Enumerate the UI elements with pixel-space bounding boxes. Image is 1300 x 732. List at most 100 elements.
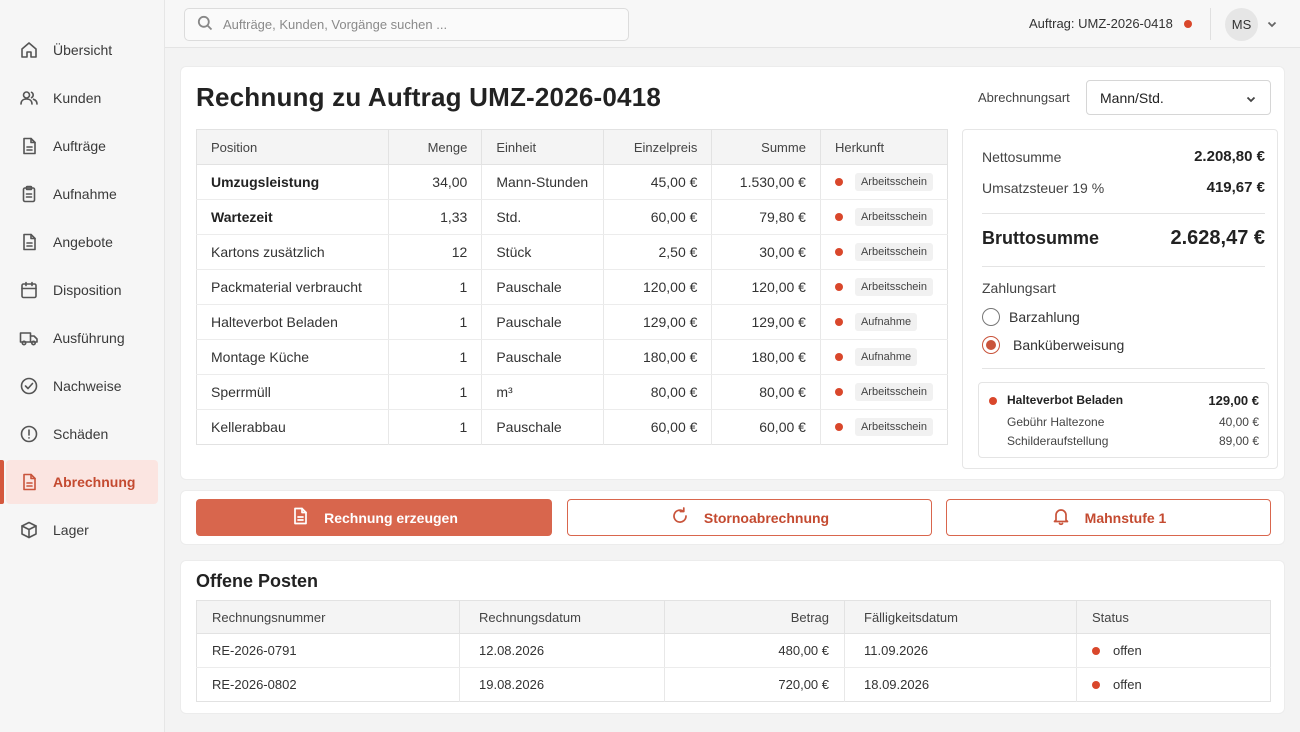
chevron-down-icon[interactable] <box>1266 17 1278 29</box>
unit-price-cell: 129,00 € <box>603 304 713 340</box>
radio-button-selected[interactable] <box>982 336 1000 354</box>
origin-badge: Arbeitsschein <box>834 173 933 191</box>
unit-price-cell: 60,00 € <box>603 199 713 235</box>
sidebar-item-angebote[interactable]: Angebote <box>6 220 158 264</box>
column-header[interactable]: Einheit <box>481 129 604 165</box>
cancel-invoice-button[interactable]: Stornoabrechnung <box>567 499 932 536</box>
gross-row: Bruttosumme 2.628,47 € <box>982 227 1265 250</box>
quantity-cell: 1,33 <box>388 199 483 235</box>
unit-cell: Std. <box>481 199 604 235</box>
table-row[interactable]: Wartezeit 1,33 Std. 60,00 €79,80 € Arbeitssc… <box>196 199 948 235</box>
origin-label: Arbeitsschein <box>854 243 933 261</box>
status-cell: offen <box>1076 633 1271 668</box>
position-cell: Sperrmüll <box>196 374 389 410</box>
table-row[interactable]: Kellerabbau 1 Pauschale 60,00 €60,00 € Arbei… <box>196 409 948 445</box>
column-header[interactable]: Status <box>1076 600 1271 634</box>
table-header-row: Position Menge Einheit Einzelpreis Summe… <box>196 129 948 165</box>
sidebar-item-aufnahme[interactable]: Aufnahme <box>6 172 158 216</box>
detail-line-value: 89,00 € <box>1218 434 1259 448</box>
status-label: offen <box>1113 643 1142 658</box>
amount-cell: 480,00 € <box>664 633 845 668</box>
positions-table: Position Menge Einheit Einzelpreis Summe… <box>196 129 948 445</box>
sum-cell: 79,80 € <box>711 199 821 235</box>
table-row[interactable]: RE-2026-0791 12.08.2026 480,00 €11.09.2026… <box>196 633 1271 668</box>
sidebar-item-lager[interactable]: Lager <box>6 508 158 552</box>
users-icon <box>19 88 39 108</box>
avatar[interactable]: MS <box>1225 8 1258 41</box>
quantity-cell: 1 <box>388 374 483 410</box>
summary-panel: Nettosumme 2.208,80 € Umsatzsteuer 19 % … <box>962 129 1278 469</box>
column-header[interactable]: Rechnungsnummer <box>196 600 460 634</box>
quantity-cell: 1 <box>388 339 483 375</box>
box-icon <box>19 520 39 540</box>
table-row[interactable]: Kartons zusätzlich 12 Stück 2,50 €30,00 € Ar… <box>196 234 948 270</box>
sidebar-item-auftraege[interactable]: Aufträge <box>6 124 158 168</box>
invoice-date-cell: 19.08.2026 <box>459 667 665 702</box>
sidebar-item-label: Aufträge <box>53 138 106 154</box>
table-row[interactable]: Montage Küche 1 Pauschale 180,00 €180,00 € A… <box>196 339 948 375</box>
home-icon <box>19 40 39 60</box>
create-invoice-button[interactable]: Rechnung erzeugen <box>196 499 552 536</box>
quantity-cell: 12 <box>388 234 483 270</box>
column-header[interactable]: Einzelpreis <box>603 129 713 165</box>
detail-total: 129,00 € <box>1208 393 1259 408</box>
search-box[interactable] <box>184 8 629 41</box>
unit-price-cell: 80,00 € <box>603 374 713 410</box>
unit-price-cell: 60,00 € <box>603 409 713 445</box>
column-header[interactable]: Summe <box>711 129 821 165</box>
sidebar-item-kunden[interactable]: Kunden <box>6 76 158 120</box>
net-label: Nettosumme <box>982 148 1062 165</box>
payment-option-cash[interactable]: Barzahlung <box>982 308 1080 326</box>
column-header[interactable]: Herkunft <box>820 129 948 165</box>
detail-line-label: Gebühr Haltezone <box>1007 415 1105 429</box>
sum-cell: 60,00 € <box>711 409 821 445</box>
sidebar-item-disposition[interactable]: Disposition <box>6 268 158 312</box>
column-header[interactable]: Rechnungsdatum <box>459 600 665 634</box>
quantity-cell: 1 <box>388 409 483 445</box>
gross-label: Bruttosumme <box>982 228 1100 248</box>
column-header[interactable]: Fälligkeitsdatum <box>844 600 1077 634</box>
origin-cell: Aufnahme <box>820 339 948 375</box>
sum-cell: 180,00 € <box>711 339 821 375</box>
sidebar-item-label: Abrechnung <box>53 474 136 490</box>
origin-badge: Arbeitsschein <box>834 208 933 226</box>
sidebar-item-nachweise[interactable]: Nachweise <box>6 364 158 408</box>
status-badge: offen <box>1092 643 1255 658</box>
quantity-cell: 1 <box>388 304 483 340</box>
page-title: Rechnung zu Auftrag UMZ-2026-0418 <box>196 82 662 112</box>
sidebar-item-abrechnung[interactable]: Abrechnung <box>0 460 158 504</box>
table-row[interactable]: Sperrmüll 1 m³ 80,00 €80,00 € Arbeitsschein <box>196 374 948 410</box>
table-row[interactable]: Halteverbot Beladen 1 Pauschale 129,00 €129… <box>196 304 948 340</box>
position-cell: Halteverbot Beladen <box>196 304 389 340</box>
search-icon <box>197 15 223 34</box>
payment-option-transfer[interactable]: Banküberweisung <box>982 336 1124 354</box>
radio-button[interactable] <box>982 308 1000 326</box>
dunning-button[interactable]: Mahnstufe 1 <box>946 499 1271 536</box>
column-header[interactable]: Betrag <box>664 600 845 634</box>
column-header[interactable]: Menge <box>388 129 483 165</box>
position-cell: Kellerabbau <box>196 409 389 445</box>
invoice-date-cell: 12.08.2026 <box>459 633 665 668</box>
origin-cell: Aufnahme <box>820 304 948 340</box>
status-dot <box>834 178 843 186</box>
sidebar-item-ausfuehrung[interactable]: Ausführung <box>6 316 158 360</box>
gross-value: 2.628,47 € <box>1170 227 1265 249</box>
radio-label: Barzahlung <box>1009 309 1080 325</box>
sidebar-item-uebersicht[interactable]: Übersicht <box>6 28 158 72</box>
position-cell: Kartons zusätzlich <box>196 234 389 270</box>
position-detail-box: Halteverbot Beladen 129,00 € Gebühr Halt… <box>978 382 1269 458</box>
invoice-card: Rechnung zu Auftrag UMZ-2026-0418 Abrech… <box>180 66 1285 480</box>
billing-type-select[interactable]: Mann/Std. <box>1086 80 1271 115</box>
table-row[interactable]: RE-2026-0802 19.08.2026 720,00 €18.09.2026… <box>196 667 1271 702</box>
table-row[interactable]: Umzugsleistung 34,00 Mann-Stunden 45,00 €1.… <box>196 164 948 200</box>
billing-type-value: Mann/Std. <box>1100 89 1164 106</box>
status-dot <box>1184 20 1192 28</box>
sum-cell: 129,00 € <box>711 304 821 340</box>
document-icon <box>19 472 39 492</box>
table-row[interactable]: Packmaterial verbraucht 1 Pauschale 120,00 … <box>196 269 948 305</box>
unit-cell: Pauschale <box>481 409 604 445</box>
origin-label: Aufnahme <box>854 313 918 331</box>
sidebar-item-schaeden[interactable]: Schäden <box>6 412 158 456</box>
search-input[interactable] <box>223 17 603 32</box>
column-header[interactable]: Position <box>196 129 389 165</box>
